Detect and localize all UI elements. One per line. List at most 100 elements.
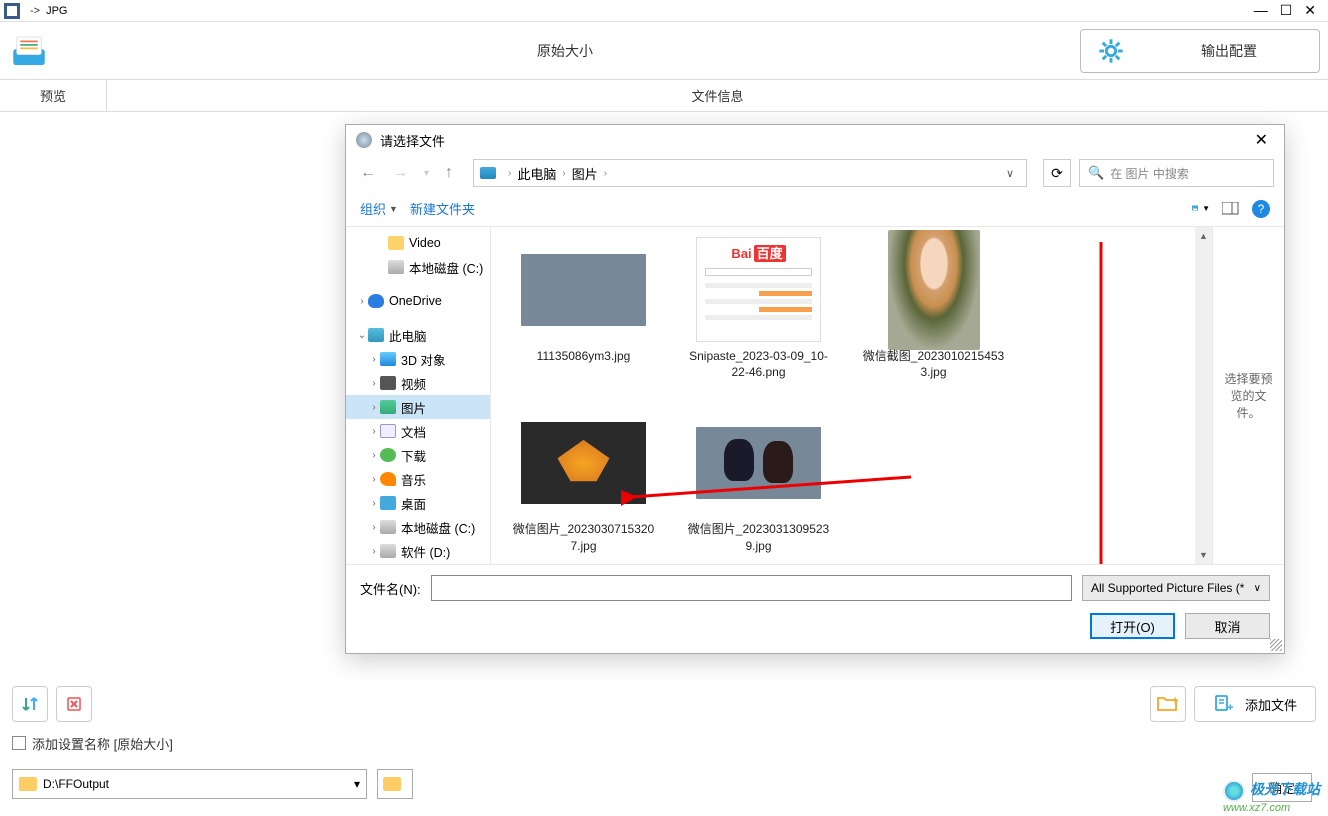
- folder-icon: [19, 777, 37, 791]
- dialog-bottom-bar: 文件名(N): All Supported Picture Files (* ∨…: [346, 564, 1284, 653]
- breadcrumb-history-button[interactable]: ∨: [1000, 167, 1020, 180]
- refresh-icon: ⟳: [1051, 165, 1063, 182]
- help-button[interactable]: ?: [1252, 200, 1270, 218]
- file-item[interactable]: Bai百度 Snipaste_2023-03-09_10-22-46.png: [686, 237, 831, 380]
- tree-item-downloads[interactable]: ›下载: [346, 443, 490, 467]
- resize-grip[interactable]: [1270, 639, 1282, 651]
- dialog-close-button[interactable]: ✕: [1249, 130, 1274, 150]
- watermark-logo-icon: [1223, 780, 1245, 802]
- watermark: 极光下载站 www.xz7.com: [1223, 779, 1320, 814]
- tree-item-disk-c[interactable]: 本地磁盘 (C:): [346, 255, 490, 279]
- add-file-label: 添加文件: [1245, 695, 1297, 714]
- output-config-label: 输出配置: [1155, 41, 1303, 61]
- title-arrow: ->: [30, 5, 40, 17]
- sort-button[interactable]: [12, 686, 48, 722]
- nav-forward-button[interactable]: →: [388, 160, 412, 186]
- watermark-url: www.xz7.com: [1223, 802, 1290, 814]
- open-button[interactable]: 打开(O): [1090, 613, 1175, 639]
- scroll-up-icon[interactable]: ▲: [1197, 229, 1210, 243]
- preview-pane-toggle[interactable]: [1222, 201, 1240, 217]
- tree-item-this-pc[interactable]: ⌄此电脑: [346, 323, 490, 347]
- cube-icon: [380, 352, 396, 366]
- thumbnails-icon: [1192, 202, 1201, 216]
- file-thumbnail: [521, 254, 646, 326]
- file-name: 微信图片_20230313095239.jpg: [686, 521, 831, 553]
- refresh-button[interactable]: ⟳: [1043, 159, 1071, 187]
- file-thumbnail: Bai百度: [696, 237, 821, 342]
- chevron-down-icon: ▼: [389, 204, 398, 214]
- title-format: JPG: [46, 5, 67, 17]
- dialog-titlebar: 请选择文件 ✕: [346, 125, 1284, 155]
- nav-back-button[interactable]: ←: [356, 160, 380, 186]
- add-folder-button[interactable]: +: [1150, 686, 1186, 722]
- breadcrumb-root[interactable]: 此电脑: [517, 164, 556, 183]
- new-folder-button[interactable]: 新建文件夹: [410, 199, 475, 218]
- folder-tree[interactable]: Video 本地磁盘 (C:) ›OneDrive ⌄此电脑 ›3D 对象 ›视…: [346, 227, 491, 564]
- breadcrumb-folder[interactable]: 图片: [572, 164, 598, 183]
- file-thumbnail: [521, 422, 646, 504]
- add-name-label: 添加设置名称 [原始大小]: [32, 734, 173, 753]
- tree-item-3d-objects[interactable]: ›3D 对象: [346, 347, 490, 371]
- preview-pane: 选择要预览的文件。: [1212, 227, 1284, 564]
- disk-icon: [388, 260, 404, 274]
- maximize-button[interactable]: ☐: [1280, 2, 1293, 19]
- open-folder-button[interactable]: [377, 769, 413, 799]
- tree-item-pictures[interactable]: ›图片: [346, 395, 490, 419]
- size-mode-label: 原始大小: [50, 41, 1080, 61]
- tree-item-music[interactable]: ›音乐: [346, 467, 490, 491]
- add-name-checkbox[interactable]: [12, 736, 26, 750]
- file-item[interactable]: 微信图片_20230307153207.jpg: [511, 410, 656, 553]
- file-list-scrollbar[interactable]: ▲ ▼: [1195, 227, 1212, 564]
- sort-icon: [21, 695, 39, 713]
- document-icon: [380, 424, 396, 438]
- breadcrumb-bar[interactable]: › 此电脑 › 图片 › ∨: [473, 159, 1027, 187]
- output-config-button[interactable]: 输出配置: [1080, 29, 1320, 73]
- tab-bar: 预览 文件信息: [0, 80, 1328, 112]
- clear-button[interactable]: [56, 686, 92, 722]
- minimize-button[interactable]: —: [1254, 2, 1268, 19]
- disk-icon: [380, 544, 396, 558]
- nav-up-button[interactable]: ↑: [441, 160, 457, 186]
- dialog-nav-bar: ← → ▾ ↑ › 此电脑 › 图片 › ∨ ⟳ 🔍 在 图片 中搜索: [346, 155, 1284, 191]
- pictures-icon: [380, 400, 396, 414]
- tree-item-videos[interactable]: ›视频: [346, 371, 490, 395]
- nav-recent-button[interactable]: ▾: [420, 164, 433, 183]
- gear-icon: [1097, 37, 1125, 65]
- tree-item-disk-c2[interactable]: ›本地磁盘 (C:): [346, 515, 490, 539]
- window-titlebar: -> JPG — ☐ ✕: [0, 0, 1328, 22]
- file-item[interactable]: 11135086ym3.jpg: [511, 237, 656, 380]
- cancel-button[interactable]: 取消: [1185, 613, 1270, 639]
- tree-item-onedrive[interactable]: ›OneDrive: [346, 289, 490, 313]
- pc-icon: [480, 167, 496, 179]
- output-path-combo[interactable]: D:\FFOutput ▾: [12, 769, 367, 799]
- svg-text:+: +: [1227, 702, 1233, 714]
- search-icon: 🔍: [1088, 165, 1104, 181]
- close-button[interactable]: ✕: [1304, 2, 1316, 19]
- breadcrumb-sep-icon: ›: [508, 168, 511, 179]
- view-mode-button[interactable]: ▼: [1192, 201, 1210, 217]
- tab-preview[interactable]: 预览: [0, 80, 107, 111]
- filetype-combo[interactable]: All Supported Picture Files (* ∨: [1082, 575, 1270, 601]
- filename-input[interactable]: [431, 575, 1072, 601]
- search-placeholder: 在 图片 中搜索: [1110, 165, 1189, 182]
- breadcrumb-sep-icon: ›: [562, 168, 565, 179]
- file-item[interactable]: 微信截图_20230102154533.jpg: [861, 237, 1006, 380]
- tree-item-video[interactable]: Video: [346, 231, 490, 255]
- organize-menu[interactable]: 组织▼: [360, 199, 398, 218]
- file-plus-icon: +: [1213, 694, 1233, 714]
- scroll-down-icon[interactable]: ▼: [1197, 548, 1210, 562]
- file-item[interactable]: 微信图片_20230313095239.jpg: [686, 410, 831, 553]
- music-icon: [380, 472, 396, 486]
- filename-label: 文件名(N):: [360, 579, 421, 598]
- add-file-button[interactable]: + 添加文件: [1194, 686, 1316, 722]
- folder-icon: [388, 236, 404, 250]
- drawer-icon[interactable]: [8, 30, 50, 72]
- tree-item-desktop[interactable]: ›桌面: [346, 491, 490, 515]
- tree-item-documents[interactable]: ›文档: [346, 419, 490, 443]
- search-input[interactable]: 🔍 在 图片 中搜索: [1079, 159, 1274, 187]
- tree-item-disk-d[interactable]: ›软件 (D:): [346, 539, 490, 563]
- watermark-brand: 极光下载站: [1250, 781, 1320, 797]
- file-list[interactable]: 11135086ym3.jpg Bai百度 Snipaste_2023-03-0…: [491, 227, 1195, 564]
- tab-file-info[interactable]: 文件信息: [107, 80, 1328, 111]
- pc-icon: [368, 328, 384, 342]
